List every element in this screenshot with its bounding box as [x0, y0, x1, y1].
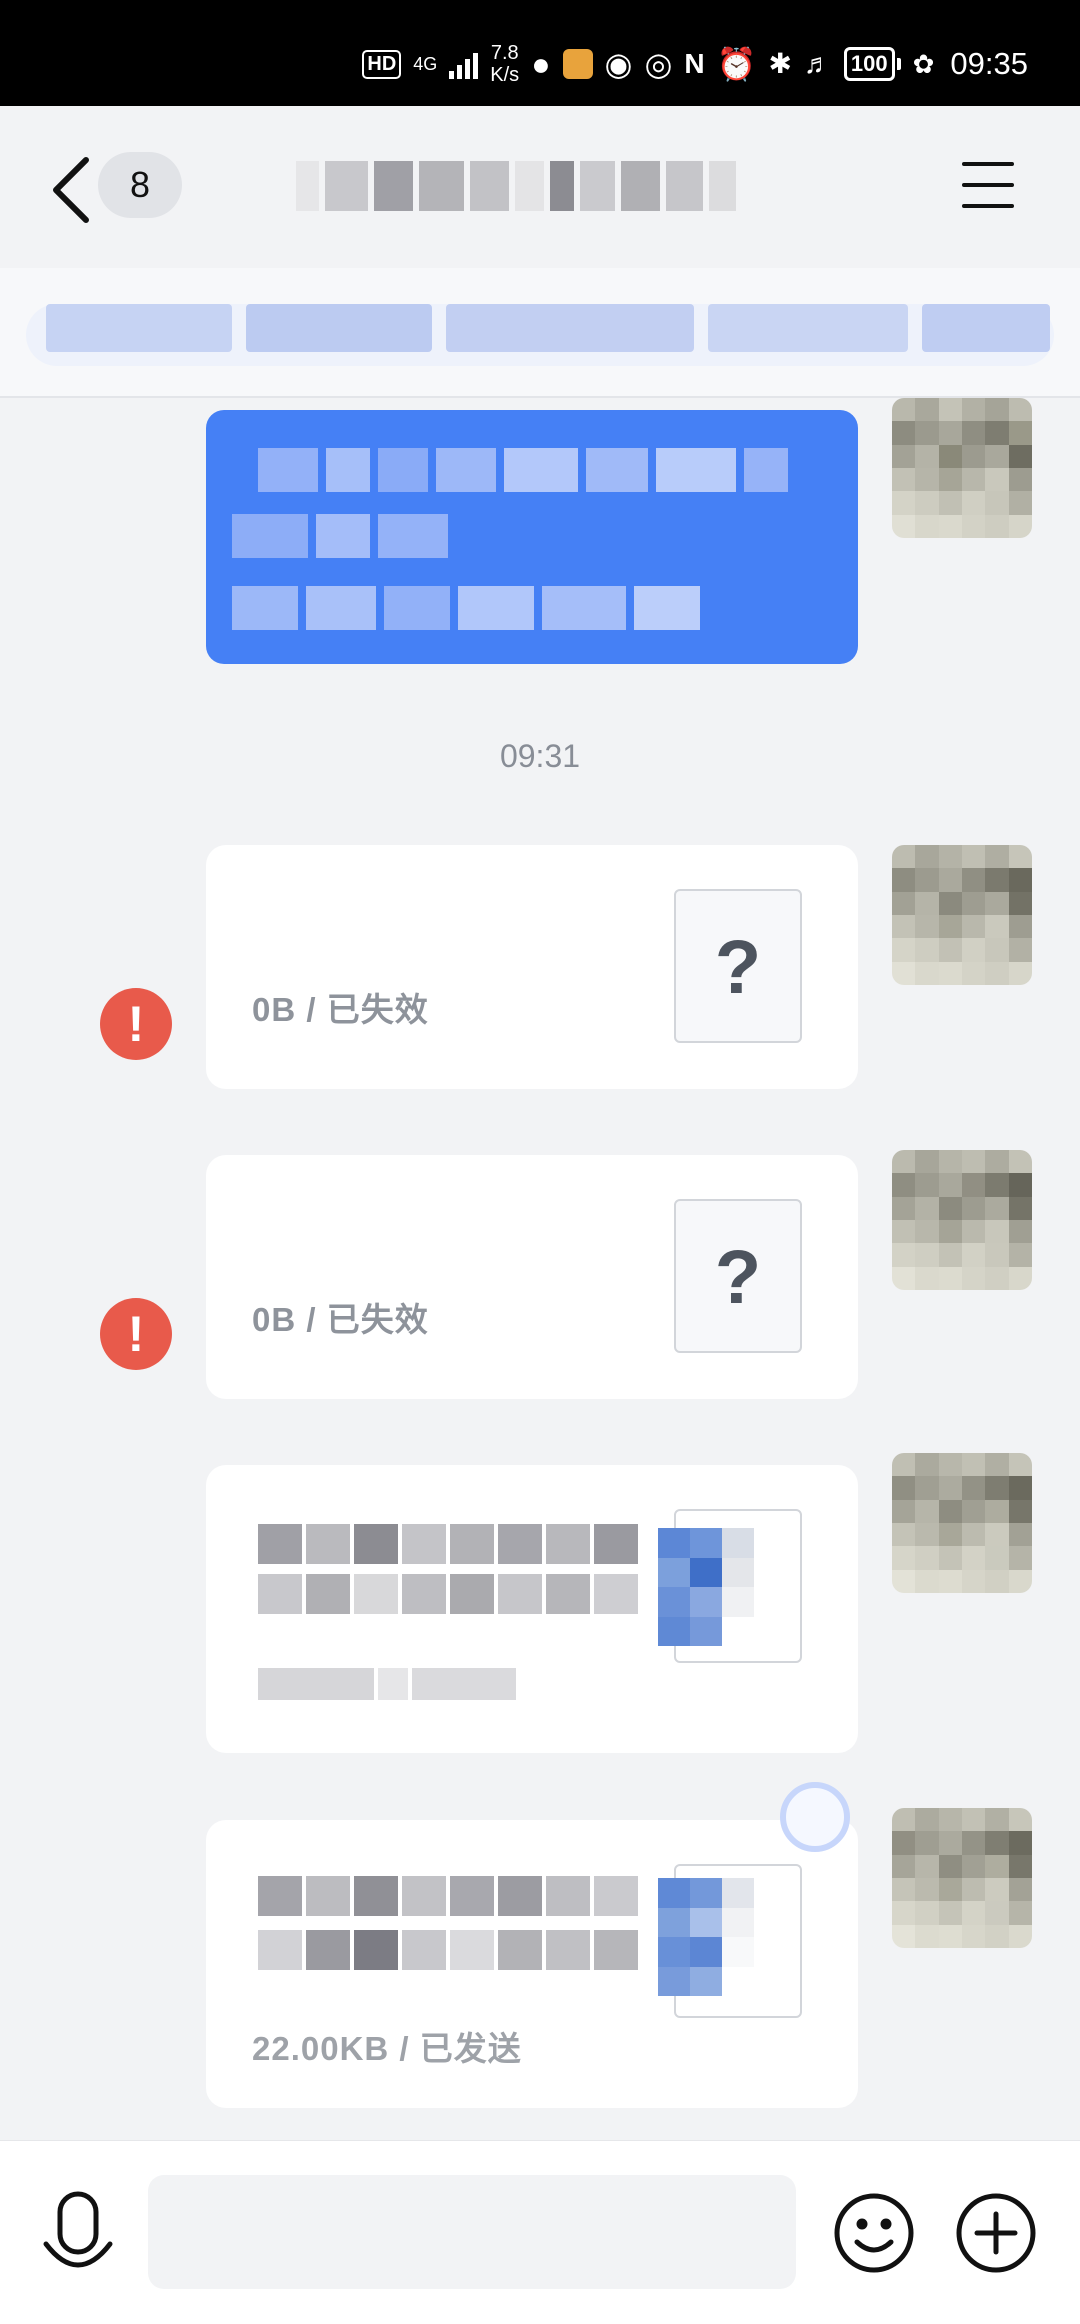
network-speed-unit: K/s — [490, 64, 520, 86]
battery-level: 100 — [843, 47, 895, 81]
nfc-icon: N — [684, 48, 705, 79]
file-status: 22.00KB / 已发送 — [252, 2030, 522, 2067]
network-speed: 7.8 K/s — [490, 42, 519, 86]
send-failed-indicator[interactable]: ! — [100, 988, 172, 1060]
document-icon-redacted — [658, 1878, 754, 1996]
mute-icon: ♬ — [803, 48, 832, 79]
file-name-redacted — [258, 1524, 638, 1564]
message-text-redacted — [258, 448, 788, 492]
hd-indicator: HD — [362, 49, 402, 79]
network-speed-value: 7.8 — [490, 42, 519, 64]
status-icons: HD 4G 7.8 K/s ● ◉ ◎ N ⏰ ✱ ♬ 100 ✿ 09:35 — [362, 38, 1028, 90]
file-status-redacted — [258, 1668, 516, 1700]
clock: 09:35 — [950, 46, 1028, 81]
group-notice-redacted — [46, 304, 1056, 352]
back-button[interactable] — [48, 156, 98, 224]
sending-progress-indicator — [780, 1782, 850, 1852]
network-type: 4G — [413, 53, 438, 74]
file-status: 0B / 已失效 — [252, 991, 429, 1028]
alarm-icon: ⏰ — [716, 46, 757, 82]
power-saving-icon: ✿ — [912, 49, 935, 79]
status-bar: HD 4G 7.8 K/s ● ◉ ◎ N ⏰ ✱ ♬ 100 ✿ 09:35 — [0, 0, 1080, 106]
microphone-icon — [43, 2191, 113, 2268]
unread-count-badge[interactable]: 8 — [98, 152, 182, 218]
wechat-icon: ● — [531, 46, 551, 82]
file-name-redacted — [258, 1876, 638, 1916]
avatar[interactable] — [892, 845, 1032, 985]
message-timestamp: 09:31 — [499, 738, 581, 774]
document-icon-redacted — [658, 1528, 754, 1646]
unknown-file-icon: ? — [674, 1199, 802, 1353]
message-input[interactable] — [148, 2175, 796, 2289]
avatar[interactable] — [892, 1150, 1032, 1290]
hd-call-icon: ◎ — [644, 46, 673, 82]
bluetooth-icon: ✱ — [768, 48, 792, 79]
message-text-redacted — [232, 514, 448, 558]
file-name-redacted — [258, 1930, 638, 1970]
file-message-card[interactable]: 0B / 已失效 ? — [206, 845, 858, 1089]
voice-input-button[interactable] — [40, 2190, 116, 2280]
message-icon: ◉ — [604, 46, 633, 82]
avatar[interactable] — [892, 398, 1032, 538]
exclamation-circle-icon: ! — [127, 1306, 145, 1362]
exclamation-circle-icon: ! — [127, 996, 145, 1052]
file-status: 0B / 已失效 — [252, 1301, 429, 1338]
menu-button[interactable] — [962, 160, 1014, 210]
smiley-icon — [834, 2193, 914, 2273]
question-mark-glyph: ? — [714, 925, 762, 1010]
app-notification-icon — [562, 49, 593, 79]
chevron-left-icon — [53, 157, 89, 223]
more-actions-button[interactable] — [955, 2192, 1037, 2274]
unknown-file-icon: ? — [674, 889, 802, 1043]
send-failed-indicator[interactable]: ! — [100, 1298, 172, 1370]
file-name-redacted — [258, 1574, 638, 1614]
question-mark-glyph: ? — [714, 1235, 762, 1320]
message-text-redacted — [232, 586, 700, 630]
battery-icon: 100 — [843, 47, 901, 81]
plus-circle-icon — [956, 2193, 1036, 2273]
signal-icon — [449, 49, 479, 79]
chat-title-redacted — [296, 161, 737, 211]
avatar[interactable] — [892, 1453, 1032, 1593]
avatar[interactable] — [892, 1808, 1032, 1948]
emoji-button[interactable] — [833, 2192, 915, 2274]
hamburger-menu-icon — [962, 162, 1014, 166]
file-message-card[interactable]: 0B / 已失效 ? — [206, 1155, 858, 1399]
